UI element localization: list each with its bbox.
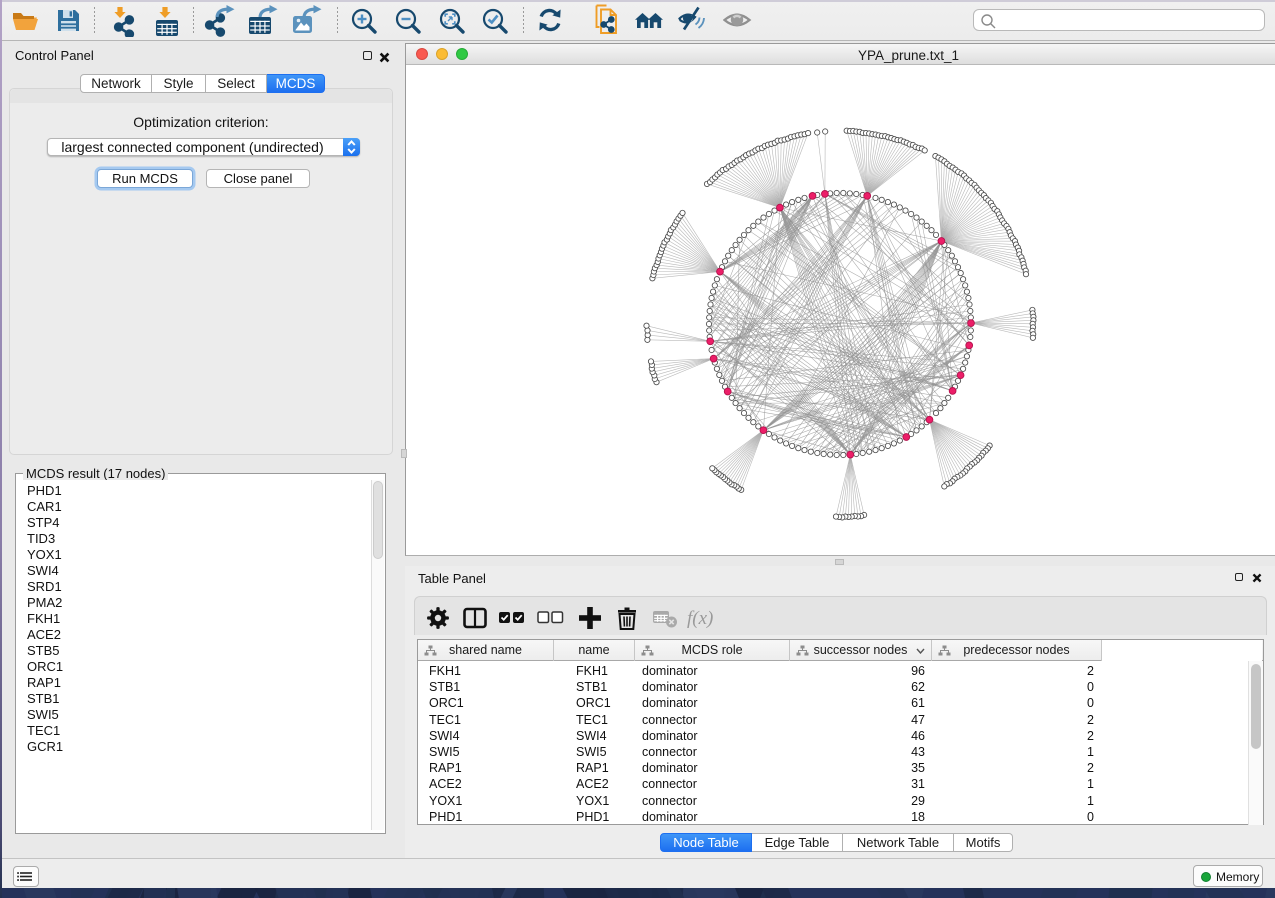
svg-text:f(x): f(x) [687, 608, 713, 629]
